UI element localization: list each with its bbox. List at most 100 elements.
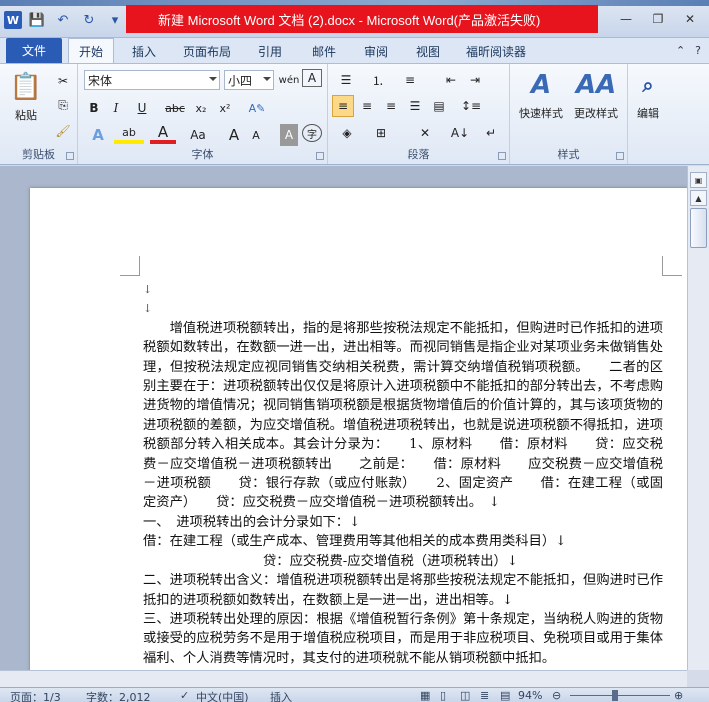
- horizontal-scrollbar[interactable]: [0, 670, 687, 687]
- align-center-icon[interactable]: ≡: [356, 95, 378, 117]
- window-controls: — ❐ ✕: [611, 9, 705, 29]
- tab-home[interactable]: 开始: [68, 38, 115, 64]
- enclosed-char-icon[interactable]: 字: [302, 124, 322, 142]
- tab-page-layout[interactable]: 页面布局: [183, 38, 231, 64]
- view-draft-icon[interactable]: ▤: [500, 689, 510, 702]
- page-count[interactable]: 页面：1/3: [10, 689, 61, 702]
- collapse-ribbon-icon[interactable]: ⌃: [676, 44, 685, 57]
- copy-icon[interactable]: ⎘: [52, 94, 74, 116]
- ruler-toggle-icon[interactable]: ▣: [690, 172, 707, 188]
- shading-icon[interactable]: ◈: [334, 122, 360, 144]
- tab-mailings[interactable]: 邮件: [312, 38, 336, 64]
- document-page[interactable]: ↓ ↓ 增值税进项税额转出，指的是将那些按税法规定不能抵扣，但购进时已作抵扣的进…: [30, 188, 687, 670]
- font-size-select[interactable]: 小四: [224, 70, 274, 90]
- paste-button[interactable]: 📋 粘贴: [6, 70, 46, 123]
- decrease-indent-icon[interactable]: ⇤: [440, 69, 462, 91]
- bold-button[interactable]: B: [84, 97, 104, 119]
- help-icon[interactable]: ?: [695, 44, 701, 57]
- align-right-icon[interactable]: ≡: [380, 95, 402, 117]
- sort-icon[interactable]: A↓: [448, 122, 472, 144]
- scroll-thumb[interactable]: [690, 208, 707, 248]
- font-name-value: 宋体: [88, 73, 113, 88]
- font-name-select[interactable]: 宋体: [84, 70, 220, 90]
- underline-button[interactable]: U: [130, 97, 154, 119]
- chinese-layout-icon[interactable]: ✕: [412, 122, 438, 144]
- zoom-slider-thumb[interactable]: [612, 690, 618, 701]
- zoom-level[interactable]: 94%: [518, 689, 542, 702]
- zoom-slider[interactable]: [570, 695, 670, 696]
- clipboard-launcher-icon[interactable]: [66, 152, 74, 160]
- paragraph-6[interactable]: 三、进项税转出处理的原因：根据《增值税暂行条例》第十条规定，当纳税人购进的货物或…: [143, 610, 663, 668]
- proofing-icon[interactable]: ✓: [180, 689, 189, 702]
- insert-mode[interactable]: 插入: [270, 689, 292, 702]
- phonetic-guide-icon[interactable]: wén: [278, 69, 300, 91]
- align-left-icon[interactable]: ≡: [332, 95, 354, 117]
- grow-font-button[interactable]: A: [224, 124, 244, 146]
- view-print-layout-icon[interactable]: ▦: [420, 689, 430, 702]
- line-spacing-icon[interactable]: ↕≡: [458, 95, 484, 117]
- editing-label: 编辑: [637, 107, 659, 120]
- view-outline-icon[interactable]: ≣: [480, 689, 489, 702]
- multilevel-list-icon[interactable]: ≡: [398, 69, 422, 91]
- char-shading-icon[interactable]: A: [280, 124, 298, 146]
- paragraph-5[interactable]: 二、进项税转出含义：增值税进项税额转出是将那些按税法规定不能抵扣，但购进时已作抵…: [143, 571, 663, 610]
- tab-insert[interactable]: 插入: [132, 38, 156, 64]
- minimize-button[interactable]: —: [611, 9, 641, 29]
- subscript-button[interactable]: x₂: [190, 97, 212, 119]
- language-indicator[interactable]: 中文(中国): [196, 689, 249, 702]
- tab-references[interactable]: 引用: [258, 38, 282, 64]
- distributed-icon[interactable]: ▤: [428, 95, 450, 117]
- shrink-font-button[interactable]: A: [246, 124, 266, 146]
- cut-icon[interactable]: ✂: [52, 70, 74, 92]
- superscript-button[interactable]: x²: [214, 97, 236, 119]
- change-styles-button[interactable]: AA 更改样式: [568, 68, 624, 121]
- quick-styles-button[interactable]: A 快速样式: [514, 68, 568, 121]
- vertical-scrollbar[interactable]: ▣ ▲: [687, 166, 709, 670]
- save-icon[interactable]: 💾: [26, 10, 48, 30]
- customize-qat-icon[interactable]: ▾: [104, 10, 126, 30]
- document-area[interactable]: ↓ ↓ 增值税进项税额转出，指的是将那些按税法规定不能抵扣，但购进时已作抵扣的进…: [0, 166, 687, 670]
- window-title: 新建 Microsoft Word 文档 (2).docx - Microsof…: [126, 5, 598, 33]
- format-painter-icon[interactable]: 🖌: [52, 120, 74, 142]
- word-count[interactable]: 字数：2,012: [86, 689, 151, 702]
- redo-icon[interactable]: ↻: [78, 10, 100, 30]
- strikethrough-button[interactable]: abc: [162, 97, 188, 119]
- char-border-icon[interactable]: A: [302, 69, 322, 87]
- show-marks-icon[interactable]: ↵: [480, 122, 502, 144]
- font-group-label: 字体: [191, 148, 214, 161]
- tab-file[interactable]: 文件: [6, 38, 62, 63]
- paragraph-3[interactable]: 借：在建工程（或生产成本、管理费用等其他相关的成本费用类科目）↓: [143, 532, 663, 551]
- italic-button[interactable]: I: [106, 97, 126, 119]
- increase-indent-icon[interactable]: ⇥: [464, 69, 486, 91]
- text-effects-icon[interactable]: A: [84, 124, 112, 146]
- word-logo-icon[interactable]: W: [4, 11, 22, 29]
- view-reading-icon[interactable]: ▯: [440, 689, 446, 702]
- paragraph-launcher-icon[interactable]: [498, 152, 506, 160]
- styles-launcher-icon[interactable]: [616, 152, 624, 160]
- paragraph-2[interactable]: 一、 进项税转出的会计分录如下：↓: [143, 513, 663, 532]
- undo-icon[interactable]: ↶: [52, 10, 74, 30]
- zoom-in-icon[interactable]: ⊕: [674, 689, 683, 702]
- font-color-button[interactable]: A: [150, 123, 176, 144]
- close-button[interactable]: ✕: [675, 9, 705, 29]
- bullets-icon[interactable]: ☰: [334, 69, 358, 91]
- editing-button[interactable]: ⌕ 编辑: [630, 68, 666, 121]
- numbering-icon[interactable]: ⒈: [366, 69, 390, 91]
- paragraph-1[interactable]: 增值税进项税额转出，指的是将那些按税法规定不能抵扣，但购进时已作抵扣的进项税额如…: [143, 319, 663, 513]
- tab-view[interactable]: 视图: [416, 38, 440, 64]
- clipboard-group: 📋 粘贴 ✂ ⎘ 🖌 剪贴板: [0, 64, 78, 164]
- justify-icon[interactable]: ☰: [404, 95, 426, 117]
- tab-review[interactable]: 审阅: [364, 38, 388, 64]
- document-body[interactable]: ↓ ↓ 增值税进项税额转出，指的是将那些按税法规定不能抵扣，但购进时已作抵扣的进…: [143, 280, 663, 668]
- font-launcher-icon[interactable]: [316, 152, 324, 160]
- borders-icon[interactable]: ⊞: [368, 122, 394, 144]
- change-case-button[interactable]: Aa: [184, 124, 212, 146]
- tab-foxit[interactable]: 福昕阅读器: [466, 38, 526, 64]
- highlight-icon[interactable]: ab: [114, 124, 144, 144]
- zoom-out-icon[interactable]: ⊖: [552, 689, 561, 702]
- paragraph-4[interactable]: 贷：应交税费-应交增值税（进项税转出）↓: [143, 552, 663, 571]
- clear-formatting-icon[interactable]: A✎: [246, 97, 268, 119]
- scroll-up-icon[interactable]: ▲: [690, 190, 707, 206]
- view-web-icon[interactable]: ◫: [460, 689, 470, 702]
- restore-button[interactable]: ❐: [643, 9, 673, 29]
